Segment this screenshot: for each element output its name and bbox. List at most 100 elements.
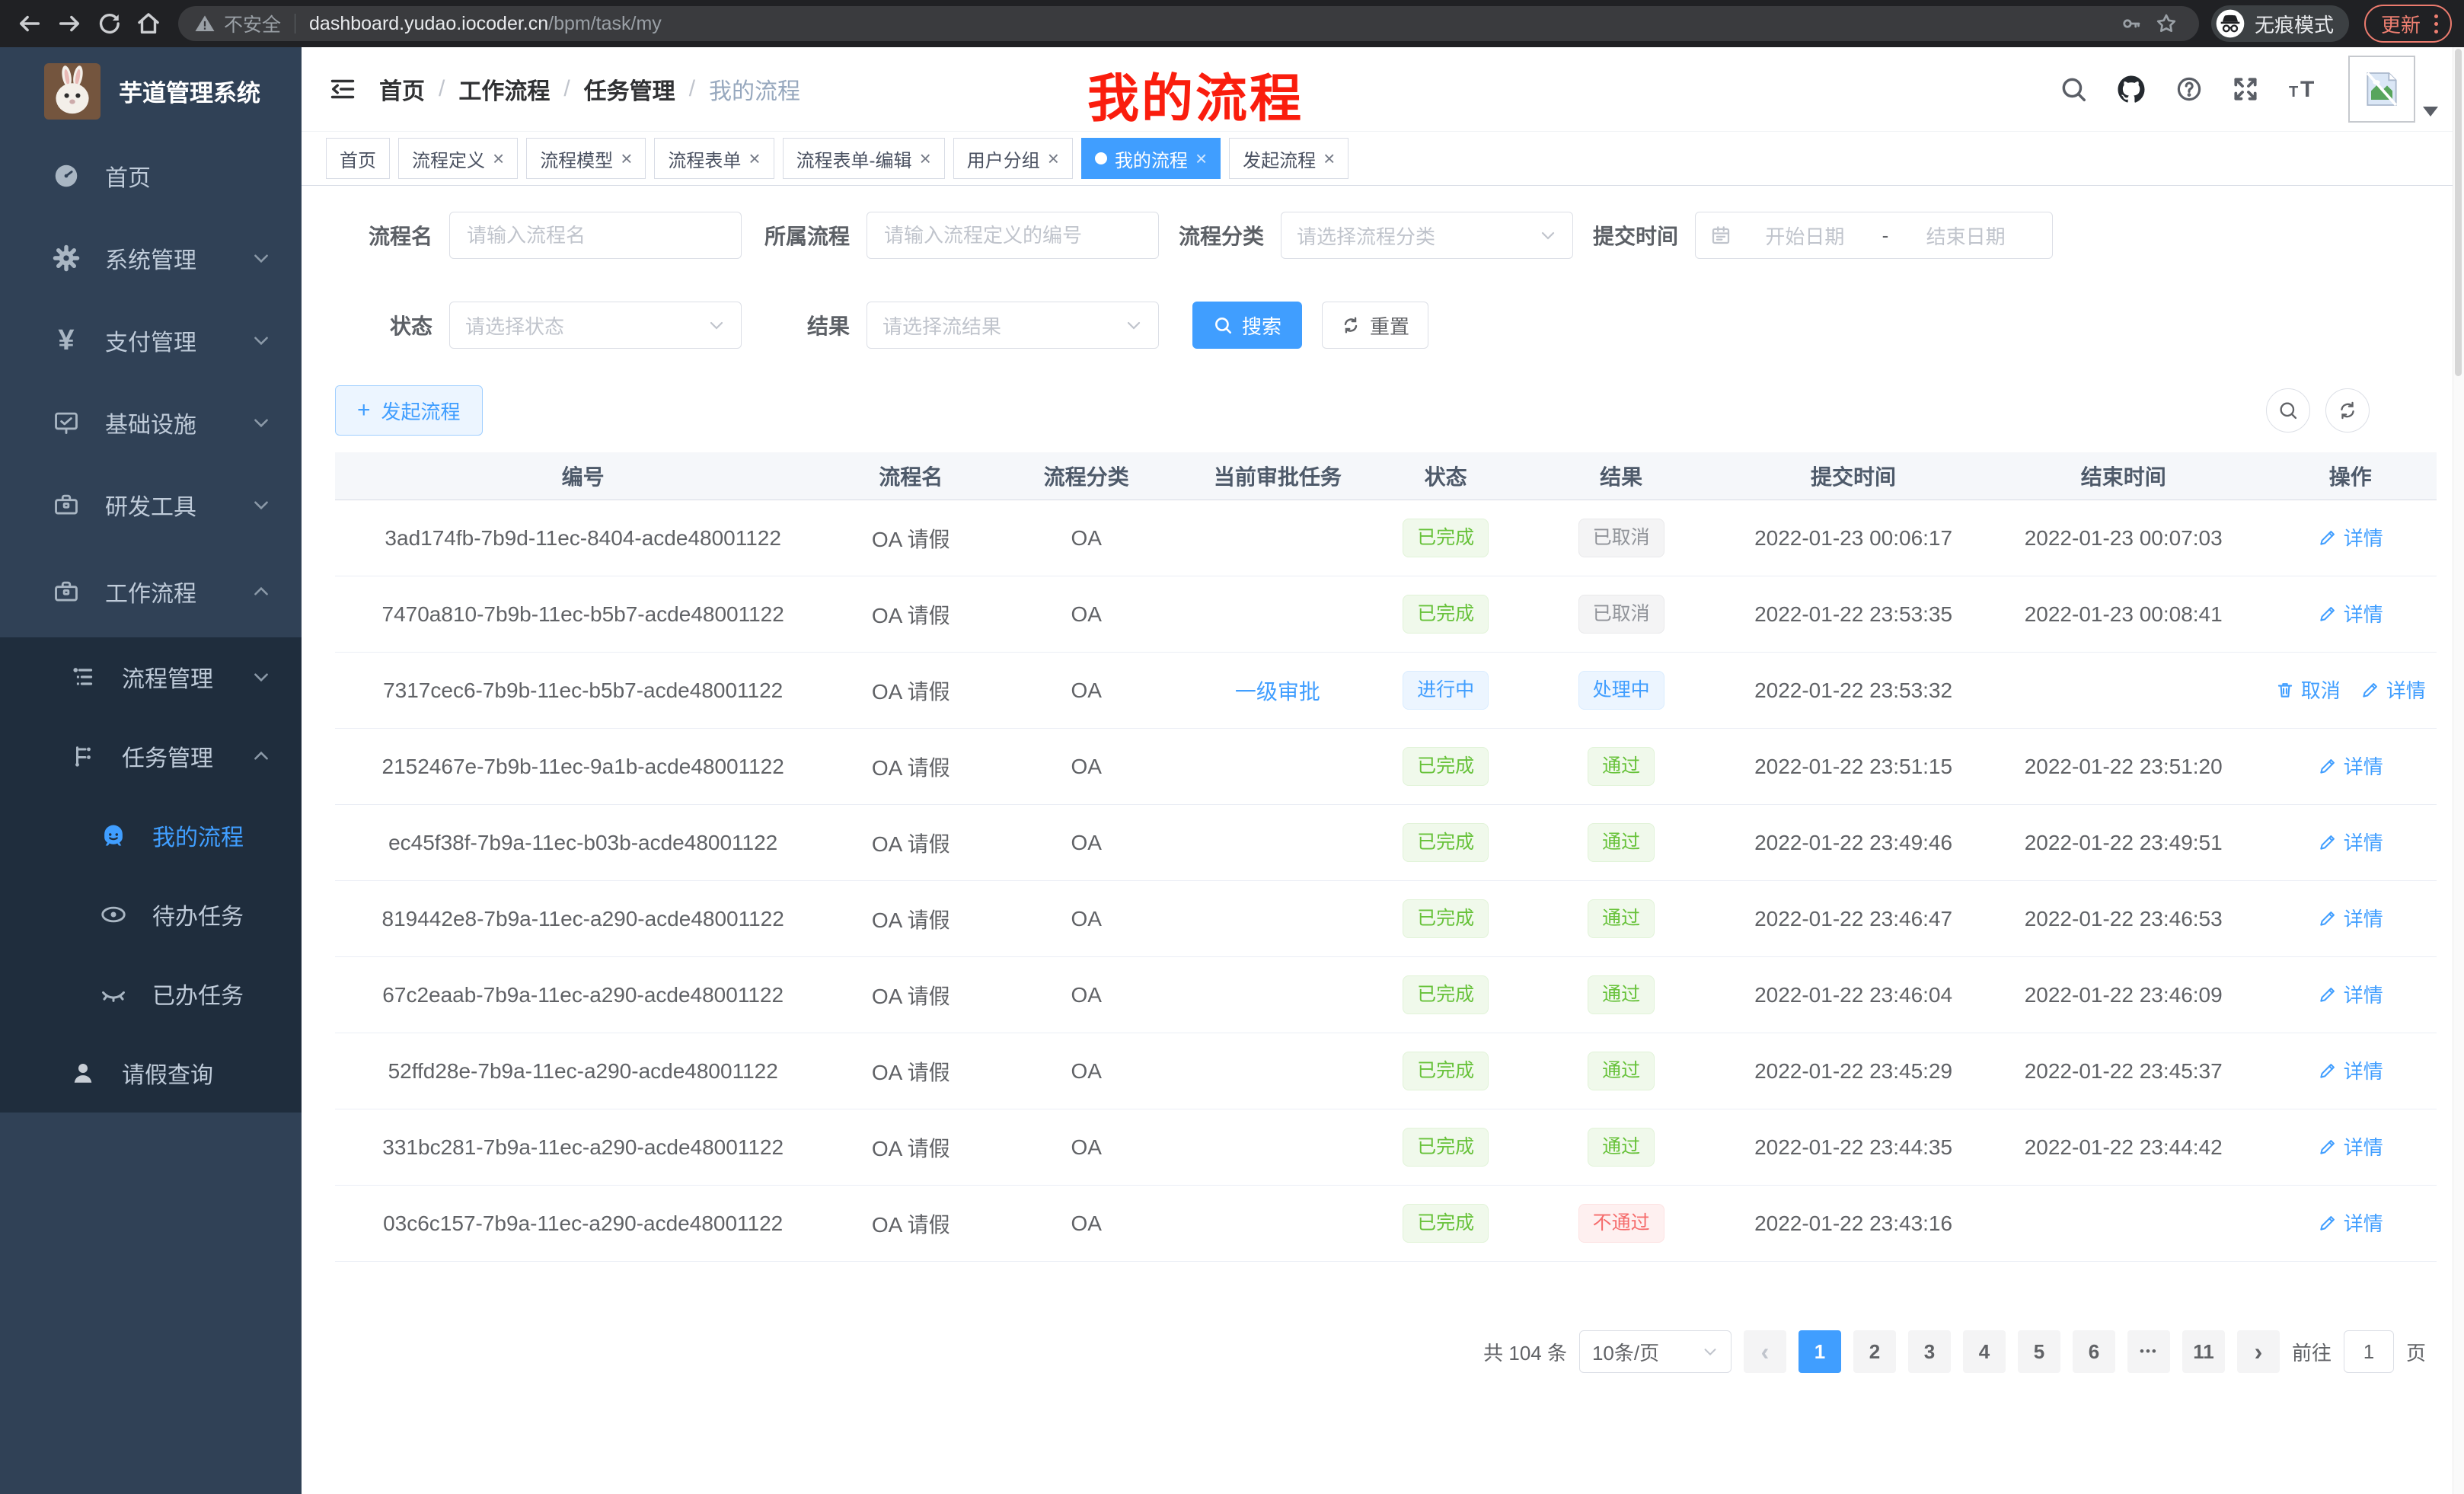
close-icon[interactable] xyxy=(1323,148,1335,168)
search-icon[interactable] xyxy=(2059,75,2088,104)
refresh-table-button[interactable] xyxy=(2325,388,2370,433)
sidebar-item-workflow[interactable]: 工作流程 xyxy=(0,546,302,637)
goto-page-input[interactable] xyxy=(2344,1330,2394,1373)
submit-time-range-picker[interactable]: 开始日期 - 结束日期 xyxy=(1695,212,2053,259)
sidebar-item-todo-tasks[interactable]: 待办任务 xyxy=(0,875,302,954)
scrollbar[interactable] xyxy=(2453,47,2464,1494)
page-button[interactable]: 6 xyxy=(2073,1330,2115,1373)
toggle-search-button[interactable] xyxy=(2266,388,2310,433)
sidebar-item-leave-query[interactable]: 请假查询 xyxy=(0,1033,302,1113)
avatar[interactable] xyxy=(2348,56,2415,123)
sidebar-item-home[interactable]: 首页 xyxy=(0,135,302,217)
parent-process-input[interactable] xyxy=(867,212,1159,259)
reload-icon[interactable] xyxy=(91,6,126,41)
forward-icon[interactable] xyxy=(52,6,87,41)
scrollbar-thumb[interactable] xyxy=(2455,49,2462,376)
breadcrumb-separator xyxy=(689,76,695,102)
tab[interactable]: 首页 xyxy=(326,138,390,179)
sidebar-item-process-management[interactable]: 流程管理 xyxy=(0,637,302,717)
total-count: 共 104 条 xyxy=(1483,1338,1567,1366)
page-button[interactable]: 1 xyxy=(1799,1330,1841,1373)
cancel-action[interactable]: 取消 xyxy=(2275,675,2341,704)
sidebar-item-infra[interactable]: 基础设施 xyxy=(0,381,302,464)
process-category: OA xyxy=(991,729,1182,805)
sidebar-item-my-process[interactable]: 我的流程 xyxy=(0,796,302,875)
detail-action[interactable]: 详情 xyxy=(2318,980,2383,1008)
start-date-placeholder[interactable]: 开始日期 xyxy=(1732,222,1878,250)
tab[interactable]: 流程模型 xyxy=(526,138,646,179)
help-icon[interactable] xyxy=(2175,75,2204,104)
page-button[interactable]: 4 xyxy=(1963,1330,2006,1373)
tags-bar: 首页 流程定义 流程模型 xyxy=(302,132,2464,186)
key-icon[interactable] xyxy=(2114,6,2149,41)
status-select[interactable]: 请选择状态 xyxy=(449,302,742,349)
github-icon[interactable] xyxy=(2115,73,2147,105)
detail-action[interactable]: 详情 xyxy=(2318,599,2383,627)
page-button[interactable]: 11 xyxy=(2182,1330,2225,1373)
close-icon[interactable] xyxy=(1195,148,1207,168)
sidebar-item-devtools[interactable]: 研发工具 xyxy=(0,464,302,546)
current-task-link[interactable]: 一级审批 xyxy=(1235,680,1320,704)
process-category: OA xyxy=(991,1033,1182,1109)
detail-action[interactable]: 详情 xyxy=(2318,1056,2383,1084)
sidebar-item-system[interactable]: 系统管理 xyxy=(0,217,302,299)
reset-button[interactable]: 重置 xyxy=(1322,302,1428,349)
tab[interactable]: 流程表单 xyxy=(654,138,774,179)
process-name-input[interactable] xyxy=(449,212,742,259)
detail-action[interactable]: 详情 xyxy=(2318,1208,2383,1237)
tab[interactable]: 我的流程 xyxy=(1081,138,1221,179)
table-row: 67c2eaab-7b9a-11ec-a290-acde48001122 OA … xyxy=(335,957,2437,1033)
close-icon[interactable] xyxy=(621,148,632,168)
sidebar-item-payment[interactable]: ¥ 支付管理 xyxy=(0,299,302,381)
page-button[interactable]: 2 xyxy=(1853,1330,1896,1373)
bookmark-star-icon[interactable] xyxy=(2149,6,2184,41)
sidebar-collapse-icon[interactable] xyxy=(327,75,358,103)
detail-action[interactable]: 详情 xyxy=(2318,904,2383,932)
tab[interactable]: 流程定义 xyxy=(398,138,518,179)
address-bar[interactable]: 不安全 dashboard.yudao.iocoder.cn/bpm/task/… xyxy=(178,6,2199,41)
table-row: 3ad174fb-7b9d-11ec-8404-acde48001122 OA … xyxy=(335,500,2437,576)
fullscreen-icon[interactable] xyxy=(2231,75,2260,104)
end-date-placeholder[interactable]: 结束日期 xyxy=(1893,222,2038,250)
next-page-button[interactable] xyxy=(2237,1330,2280,1373)
update-button[interactable]: 更新 xyxy=(2364,5,2452,43)
detail-action[interactable]: 详情 xyxy=(2360,675,2426,704)
page-button[interactable]: ••• xyxy=(2127,1330,2170,1373)
detail-action[interactable]: 详情 xyxy=(2318,523,2383,551)
tab[interactable]: 流程表单-编辑 xyxy=(783,138,945,179)
detail-action[interactable]: 详情 xyxy=(2318,1132,2383,1160)
breadcrumb-workflow[interactable]: 工作流程 xyxy=(458,72,550,106)
submit-time: 2022-01-22 23:45:29 xyxy=(1724,1033,1982,1109)
home-icon[interactable] xyxy=(131,6,166,41)
close-icon[interactable] xyxy=(920,148,931,168)
security-label[interactable]: 不安全 xyxy=(224,10,281,37)
breadcrumb-task-management[interactable]: 任务管理 xyxy=(584,72,675,106)
close-icon[interactable] xyxy=(1048,148,1059,168)
font-size-icon[interactable]: TT xyxy=(2287,74,2321,104)
detail-action[interactable]: 详情 xyxy=(2318,828,2383,856)
page-size-select[interactable]: 10条/页 xyxy=(1579,1330,1732,1373)
submit-time: 2022-01-22 23:44:35 xyxy=(1724,1109,1982,1186)
create-process-button[interactable]: 发起流程 xyxy=(335,385,483,436)
edit-pen-icon xyxy=(2318,756,2338,776)
url-text[interactable]: dashboard.yudao.iocoder.cn/bpm/task/my xyxy=(309,13,662,35)
close-icon[interactable] xyxy=(493,148,504,168)
back-icon[interactable] xyxy=(12,6,47,41)
browser-menu-icon[interactable] xyxy=(2431,11,2441,37)
sidebar-item-done-tasks[interactable]: 已办任务 xyxy=(0,954,302,1033)
user-menu[interactable] xyxy=(2348,56,2438,123)
category-select[interactable]: 请选择流程分类 xyxy=(1281,212,1573,259)
tab[interactable]: 发起流程 xyxy=(1229,138,1348,179)
sidebar-item-task-management[interactable]: 任务管理 xyxy=(0,717,302,796)
search-button[interactable]: 搜索 xyxy=(1192,302,1302,349)
page-button[interactable]: 5 xyxy=(2018,1330,2060,1373)
detail-action[interactable]: 详情 xyxy=(2318,752,2383,780)
breadcrumb-home[interactable]: 首页 xyxy=(379,72,425,106)
tab[interactable]: 用户分组 xyxy=(953,138,1073,179)
page-button[interactable]: 3 xyxy=(1908,1330,1951,1373)
prev-page-button[interactable] xyxy=(1744,1330,1786,1373)
close-icon[interactable] xyxy=(748,148,760,168)
app-logo[interactable]: 芋道管理系统 xyxy=(0,47,302,135)
result-select[interactable]: 请选择流结果 xyxy=(867,302,1159,349)
tab-label: 流程定义 xyxy=(412,145,485,172)
